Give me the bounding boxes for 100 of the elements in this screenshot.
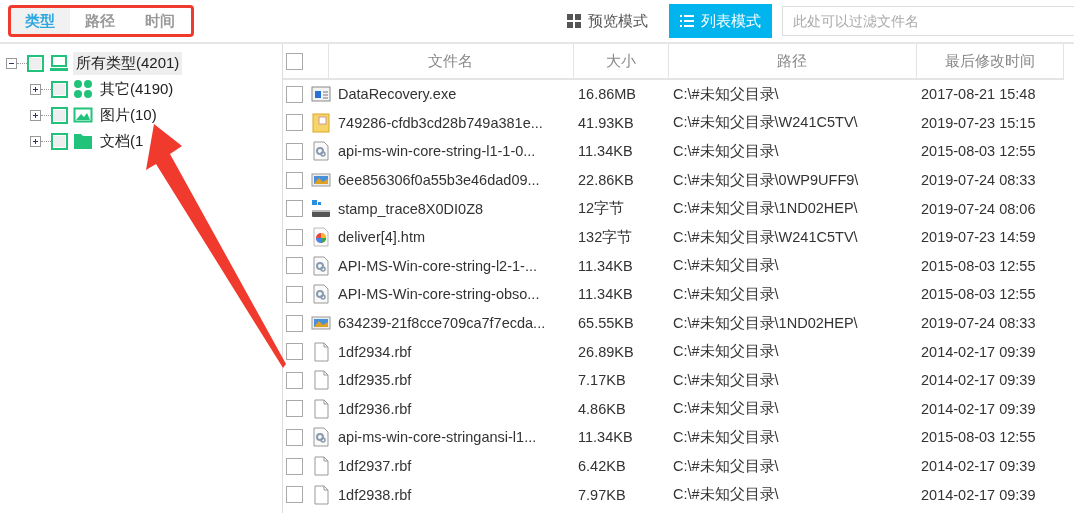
file-name: 1df2936.rbf: [338, 400, 412, 417]
file-path: C:\#未知父目录\W241C5TV\: [673, 228, 858, 245]
checkbox[interactable]: [27, 54, 44, 72]
file-name: stamp_trace8X0DI0Z8: [338, 200, 484, 217]
drive-icon: [311, 198, 331, 219]
expand-toggle[interactable]: [30, 135, 41, 147]
file-size: 4.86KB: [578, 400, 626, 417]
file-name: API-MS-Win-core-string-obso...: [338, 286, 540, 303]
modified-time: 2019-07-23 14:59: [921, 229, 1036, 246]
four-dots-icon: [73, 79, 93, 99]
row-checkbox[interactable]: [286, 143, 303, 160]
modified-time: 2015-08-03 12:55: [921, 286, 1036, 303]
file-size: 12字节: [578, 200, 625, 217]
file-size: 11.34KB: [578, 286, 633, 303]
row-checkbox[interactable]: [286, 285, 303, 303]
row-checkbox[interactable]: [286, 457, 303, 475]
row-checkbox[interactable]: [286, 257, 303, 275]
modified-time: 2014-02-17 09:39: [921, 458, 1036, 474]
column-header[interactable]: 最后修改时间: [944, 52, 1035, 69]
column-header[interactable]: 路径: [777, 52, 807, 69]
expand-toggle[interactable]: [30, 109, 41, 121]
row-checkbox[interactable]: [286, 200, 303, 218]
file-name: 1df2937.rbf: [338, 458, 412, 474]
collapse-toggle[interactable]: [6, 57, 17, 69]
image-icon: [73, 105, 93, 125]
row-checkbox[interactable]: [286, 85, 303, 103]
file-size: 16.86MB: [578, 86, 637, 103]
file-path: C:\#未知父目录\: [673, 486, 779, 503]
checkbox[interactable]: [51, 80, 68, 98]
file-path: C:\#未知父目录\: [673, 371, 779, 388]
row-checkbox[interactable]: [286, 371, 303, 389]
row-checkbox[interactable]: [286, 314, 303, 332]
file-path: C:\#未知父目录\0WP9UFF9\: [673, 171, 859, 188]
modified-time: 2017-08-21 15:48: [921, 86, 1036, 103]
tree-item[interactable]: 其它(4190): [97, 77, 177, 101]
file-size: 65.55KB: [578, 315, 634, 332]
file-path: C:\#未知父目录\1ND02HEP\: [673, 200, 858, 217]
tree-item[interactable]: 文档(1: [97, 129, 147, 153]
archive-icon: [311, 112, 331, 133]
file-name: deliver[4].htm: [338, 229, 426, 246]
gear-file-icon: [311, 427, 331, 448]
file-size: 11.34KB: [578, 257, 633, 274]
file-name: 6ee856306f0a55b3e46dad09...: [338, 172, 540, 189]
file-size: 11.34KB: [578, 429, 633, 446]
modified-time: 2015-08-03 12:55: [921, 257, 1036, 274]
column-header[interactable]: 大小: [605, 52, 636, 69]
modified-time: 2019-07-24 08:33: [921, 172, 1036, 189]
row-checkbox[interactable]: [286, 428, 303, 446]
file-path: C:\#未知父目录\: [673, 285, 779, 302]
gear-file-icon: [311, 284, 331, 305]
file-name: 1df2934.rbf: [338, 343, 412, 360]
file-path: C:\#未知父目录\: [673, 85, 779, 102]
file-icon: [311, 398, 331, 419]
file-path: C:\#未知父目录\1ND02HEP\: [673, 314, 858, 331]
row-checkbox[interactable]: [286, 228, 303, 246]
file-size: 132字节: [578, 228, 633, 245]
search-field[interactable]: 此处可以过滤文件名: [782, 6, 1074, 36]
folder-icon: [73, 131, 93, 151]
row-checkbox[interactable]: [286, 171, 303, 189]
file-size: 22.86KB: [578, 172, 634, 189]
modified-time: 2014-02-17 09:39: [921, 486, 1036, 503]
gear-file-icon: [311, 255, 331, 276]
file-icon: [311, 484, 331, 505]
file-size: 6.42KB: [578, 458, 626, 474]
select-all-checkbox[interactable]: [286, 52, 303, 70]
file-name: api-ms-win-core-stringansi-l1...: [338, 429, 537, 446]
modified-time: 2019-07-23 15:15: [921, 114, 1036, 131]
view-mode-button[interactable]: 列表模式: [669, 4, 772, 38]
checkbox[interactable]: [51, 106, 68, 124]
file-name: 1df2938.rbf: [338, 486, 412, 503]
file-name: 749286-cfdb3cd28b749a381e...: [338, 114, 543, 131]
modified-time: 2015-08-03 12:55: [921, 429, 1036, 446]
row-checkbox[interactable]: [286, 486, 303, 504]
file-icon: [311, 456, 331, 476]
checkbox[interactable]: [51, 132, 68, 150]
row-checkbox[interactable]: [286, 114, 303, 132]
tree-item[interactable]: 所有类型(4201): [73, 51, 183, 75]
file-size: 7.97KB: [578, 486, 626, 503]
file-path: C:\#未知父目录\: [673, 143, 779, 159]
window-icon: [311, 84, 331, 105]
modified-time: 2014-02-17 09:39: [921, 372, 1036, 389]
file-icon: [311, 370, 331, 391]
row-checkbox[interactable]: [286, 343, 303, 361]
modified-time: 2014-02-17 09:39: [921, 400, 1036, 417]
modified-time: 2019-07-24 08:33: [921, 315, 1036, 332]
file-icon: [311, 341, 331, 362]
color-wheel-icon: [311, 227, 331, 248]
file-path: C:\#未知父目录\: [673, 428, 779, 445]
gear-file-icon: [311, 141, 331, 162]
file-path: C:\#未知父目录\: [673, 400, 779, 417]
file-name: api-ms-win-core-string-l1-1-0...: [338, 143, 536, 160]
tree-item[interactable]: 图片(10): [97, 103, 160, 127]
column-header[interactable]: 文件名: [428, 52, 473, 69]
computer-icon: [49, 53, 69, 73]
file-size: 41.93KB: [578, 114, 634, 131]
file-path: C:\#未知父目录\: [673, 343, 779, 360]
expand-toggle[interactable]: [30, 83, 41, 95]
file-name: API-MS-Win-core-string-l2-1-...: [338, 257, 537, 274]
row-checkbox[interactable]: [286, 400, 303, 418]
file-name: 634239-21f8cce709ca7f7ecda...: [338, 315, 546, 332]
